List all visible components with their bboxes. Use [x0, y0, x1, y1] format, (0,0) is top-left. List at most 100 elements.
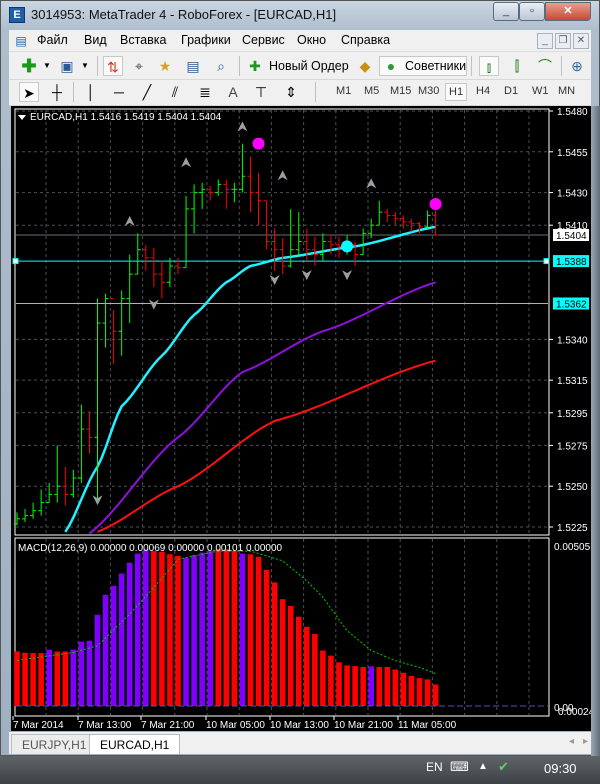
maximize-button[interactable]: ▫ — [519, 2, 545, 21]
menu-insert[interactable]: Вставка — [120, 33, 166, 47]
show-hidden-icons-icon[interactable]: ▲ — [478, 761, 488, 772]
new-order-icon[interactable]: ✚ — [245, 56, 265, 76]
macd-histogram-bar — [54, 651, 61, 706]
timeframe-h4[interactable]: H4 — [473, 83, 493, 99]
equidistant-channel-icon[interactable]: ⫽ — [165, 82, 185, 102]
menu-file[interactable]: Файл — [37, 33, 68, 47]
tab-eurcad[interactable]: EURCAD,H1 — [89, 734, 181, 754]
macd-histogram-bar — [255, 556, 262, 706]
text-label-icon[interactable]: ⊤ — [251, 82, 271, 102]
macd-histogram-bar — [376, 667, 383, 706]
macd-histogram-bar — [118, 573, 125, 706]
mdi-close-button[interactable]: ✕ — [573, 33, 589, 49]
macd-histogram-bar — [360, 667, 366, 706]
price-axis-label: 1.5480 — [557, 107, 588, 118]
language-indicator[interactable]: EN — [426, 760, 443, 774]
crosshair-navigator-icon[interactable]: ⌖ — [129, 56, 149, 76]
fractal-down-arrow-icon — [342, 270, 353, 281]
new-order-button[interactable]: Новый Ордер — [269, 59, 349, 73]
signal-dot — [429, 197, 442, 210]
line-handle — [12, 258, 19, 265]
timeframe-m30[interactable]: M30 — [415, 83, 442, 99]
price-axis-label: 1.5315 — [557, 376, 588, 387]
menu-tools[interactable]: Сервис — [242, 33, 285, 47]
trendline-icon[interactable]: ╱ — [137, 82, 157, 102]
crosshair-icon[interactable]: ┼ — [47, 82, 67, 102]
timeframe-d1[interactable]: D1 — [501, 83, 521, 99]
macd-scale-top: 0.00505 — [554, 542, 591, 553]
menu-bar: ▤ Файл Вид Вставка Графики Сервис Окно С… — [9, 30, 591, 52]
macd-histogram-bar — [247, 554, 254, 706]
profiles-icon[interactable]: ▣ — [57, 56, 77, 76]
timeframe-m1[interactable]: M1 — [333, 83, 354, 99]
time-axis-label: 7 Mar 21:00 — [141, 720, 195, 731]
metaeditor-icon[interactable]: ◆ — [355, 56, 375, 76]
text-icon[interactable]: A — [223, 82, 243, 102]
macd-histogram-bar — [400, 672, 407, 706]
mdi-minimize-button[interactable]: _ — [537, 33, 553, 49]
dropdown-arrow-icon[interactable]: ▼ — [37, 56, 57, 76]
title-bar: E 3014953: MetaTrader 4 - RoboForex - [E… — [1, 1, 600, 29]
tab-scroll-left-icon[interactable]: ◂ — [569, 736, 574, 747]
strategy-tester-icon[interactable]: ⌕ — [211, 56, 231, 76]
vertical-line-icon[interactable]: │ — [81, 82, 101, 102]
timeframe-m5[interactable]: M5 — [361, 83, 382, 99]
macd-histogram-bar — [384, 667, 391, 706]
terminal-icon[interactable]: ▤ — [183, 56, 203, 76]
macd-histogram-bar — [320, 650, 326, 706]
signal-dot — [252, 137, 265, 150]
zoom-in-icon[interactable]: ⊕ — [567, 56, 587, 76]
menu-help[interactable]: Справка — [341, 33, 390, 47]
macd-histogram-bar — [126, 562, 133, 706]
arrows-icon[interactable]: ⇕ — [281, 82, 301, 102]
horizontal-line-icon[interactable]: ─ — [109, 82, 129, 102]
line-handle — [543, 258, 550, 265]
chart-window[interactable]: 1.5480 1.5455 1.5430 1.5410 1.5340 1.5315 1.52… — [11, 106, 591, 731]
dropdown-arrow-icon[interactable]: ▼ — [75, 56, 95, 76]
macd-header: MACD(12,26,9) 0.00000 0.00069 0.00000 0.… — [18, 543, 283, 554]
experts-label: Советники — [405, 59, 467, 73]
chart-header: EURCAD,H1 1.5416 1.5419 1.5404 1.5404 — [30, 112, 222, 123]
macd-histogram-bar — [231, 551, 238, 706]
menu-view[interactable]: Вид — [84, 33, 107, 47]
macd-histogram-bar — [78, 641, 85, 706]
menu-charts[interactable]: Графики — [181, 33, 231, 47]
macd-histogram-bar — [167, 554, 173, 706]
fractal-up-arrow-icon — [124, 215, 135, 226]
bar-chart-icon[interactable]: ⫾ — [479, 56, 499, 76]
line-chart-icon[interactable]: ⌒ — [535, 56, 555, 76]
timeframe-mn[interactable]: MN — [555, 83, 578, 99]
timeframe-h1[interactable]: H1 — [445, 83, 468, 101]
candlestick-icon[interactable]: ⫿ — [507, 56, 527, 76]
moving-average-purple — [88, 281, 436, 535]
fractal-up-arrow-icon — [181, 157, 192, 168]
mdi-restore-button[interactable]: ❐ — [555, 33, 571, 49]
horizontal-line-label: 1.5388 — [556, 257, 587, 268]
chart-header-triangle-icon — [18, 115, 26, 120]
clock[interactable]: 09:30 — [544, 761, 577, 776]
window-title: 3014953: MetaTrader 4 - RoboForex - [EUR… — [31, 7, 337, 22]
tab-eurjpy[interactable]: EURJPY,H1 — [11, 734, 98, 754]
macd-histogram-bar — [207, 551, 213, 706]
macd-histogram-bar — [368, 666, 374, 706]
macd-histogram-bar — [191, 554, 197, 706]
horizontal-line-label: 1.5362 — [556, 300, 587, 311]
tab-scroll-right-icon[interactable]: ▸ — [583, 736, 588, 747]
keyboard-icon[interactable]: ⌨ — [450, 759, 469, 775]
fibonacci-icon[interactable]: ≣ — [195, 82, 215, 102]
macd-histogram-bar — [304, 626, 310, 706]
usb-device-icon[interactable]: ✔ — [498, 759, 509, 775]
minimize-button[interactable]: _ — [493, 2, 519, 21]
timeframe-m15[interactable]: M15 — [387, 83, 414, 99]
navigator-folder-icon[interactable]: ★ — [155, 56, 175, 76]
macd-histogram-bar — [14, 651, 20, 706]
window-border — [591, 106, 600, 757]
market-watch-icon[interactable]: ⇅ — [103, 56, 123, 76]
macd-histogram-bar — [223, 549, 230, 706]
macd-histogram-bar — [336, 662, 342, 706]
new-chart-icon[interactable]: ✚ — [19, 56, 39, 76]
cursor-icon[interactable]: ➤ — [19, 82, 39, 102]
close-button[interactable]: ✕ — [545, 2, 591, 21]
timeframe-w1[interactable]: W1 — [529, 83, 552, 99]
menu-window[interactable]: Окно — [297, 33, 326, 47]
